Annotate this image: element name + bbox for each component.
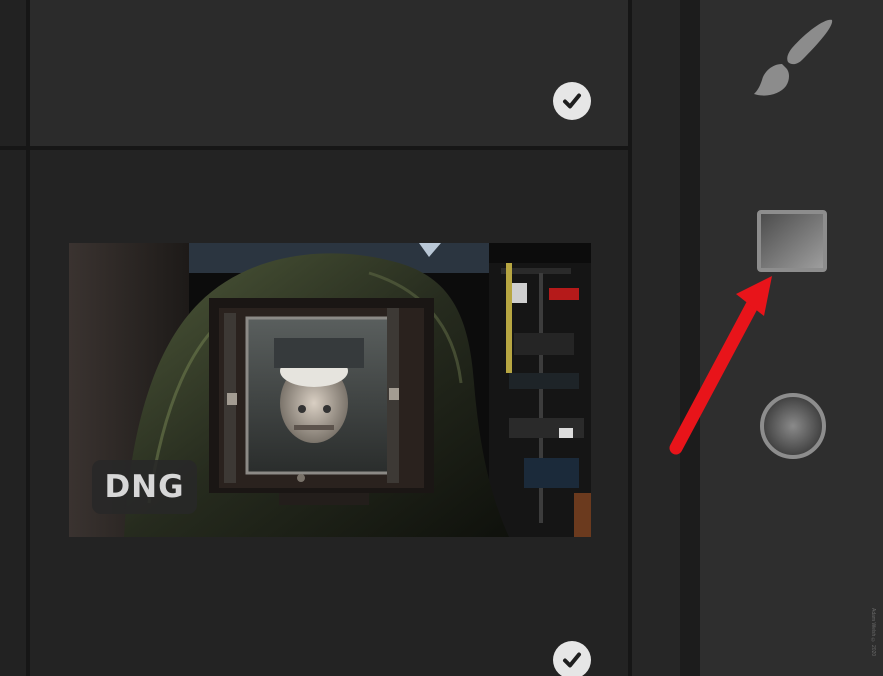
checkmark-icon (563, 93, 581, 109)
selection-check-icon-2[interactable] (553, 641, 591, 676)
grid-cell-top[interactable] (30, 0, 628, 146)
watermark-text: Adam Welsh © 2020 (870, 608, 876, 657)
annotation-arrow-icon (669, 276, 772, 455)
file-type-badge: DNG (92, 460, 197, 514)
selection-check-icon[interactable] (553, 82, 591, 120)
checkmark-icon (563, 652, 581, 668)
paintbrush-icon (754, 19, 833, 96)
screenshot-root: DNG Adam Welsh © 2020 (0, 0, 883, 676)
linear-gradient-icon (757, 210, 827, 272)
brush-tool-button[interactable] (748, 14, 838, 109)
grid-left-column (0, 0, 26, 676)
